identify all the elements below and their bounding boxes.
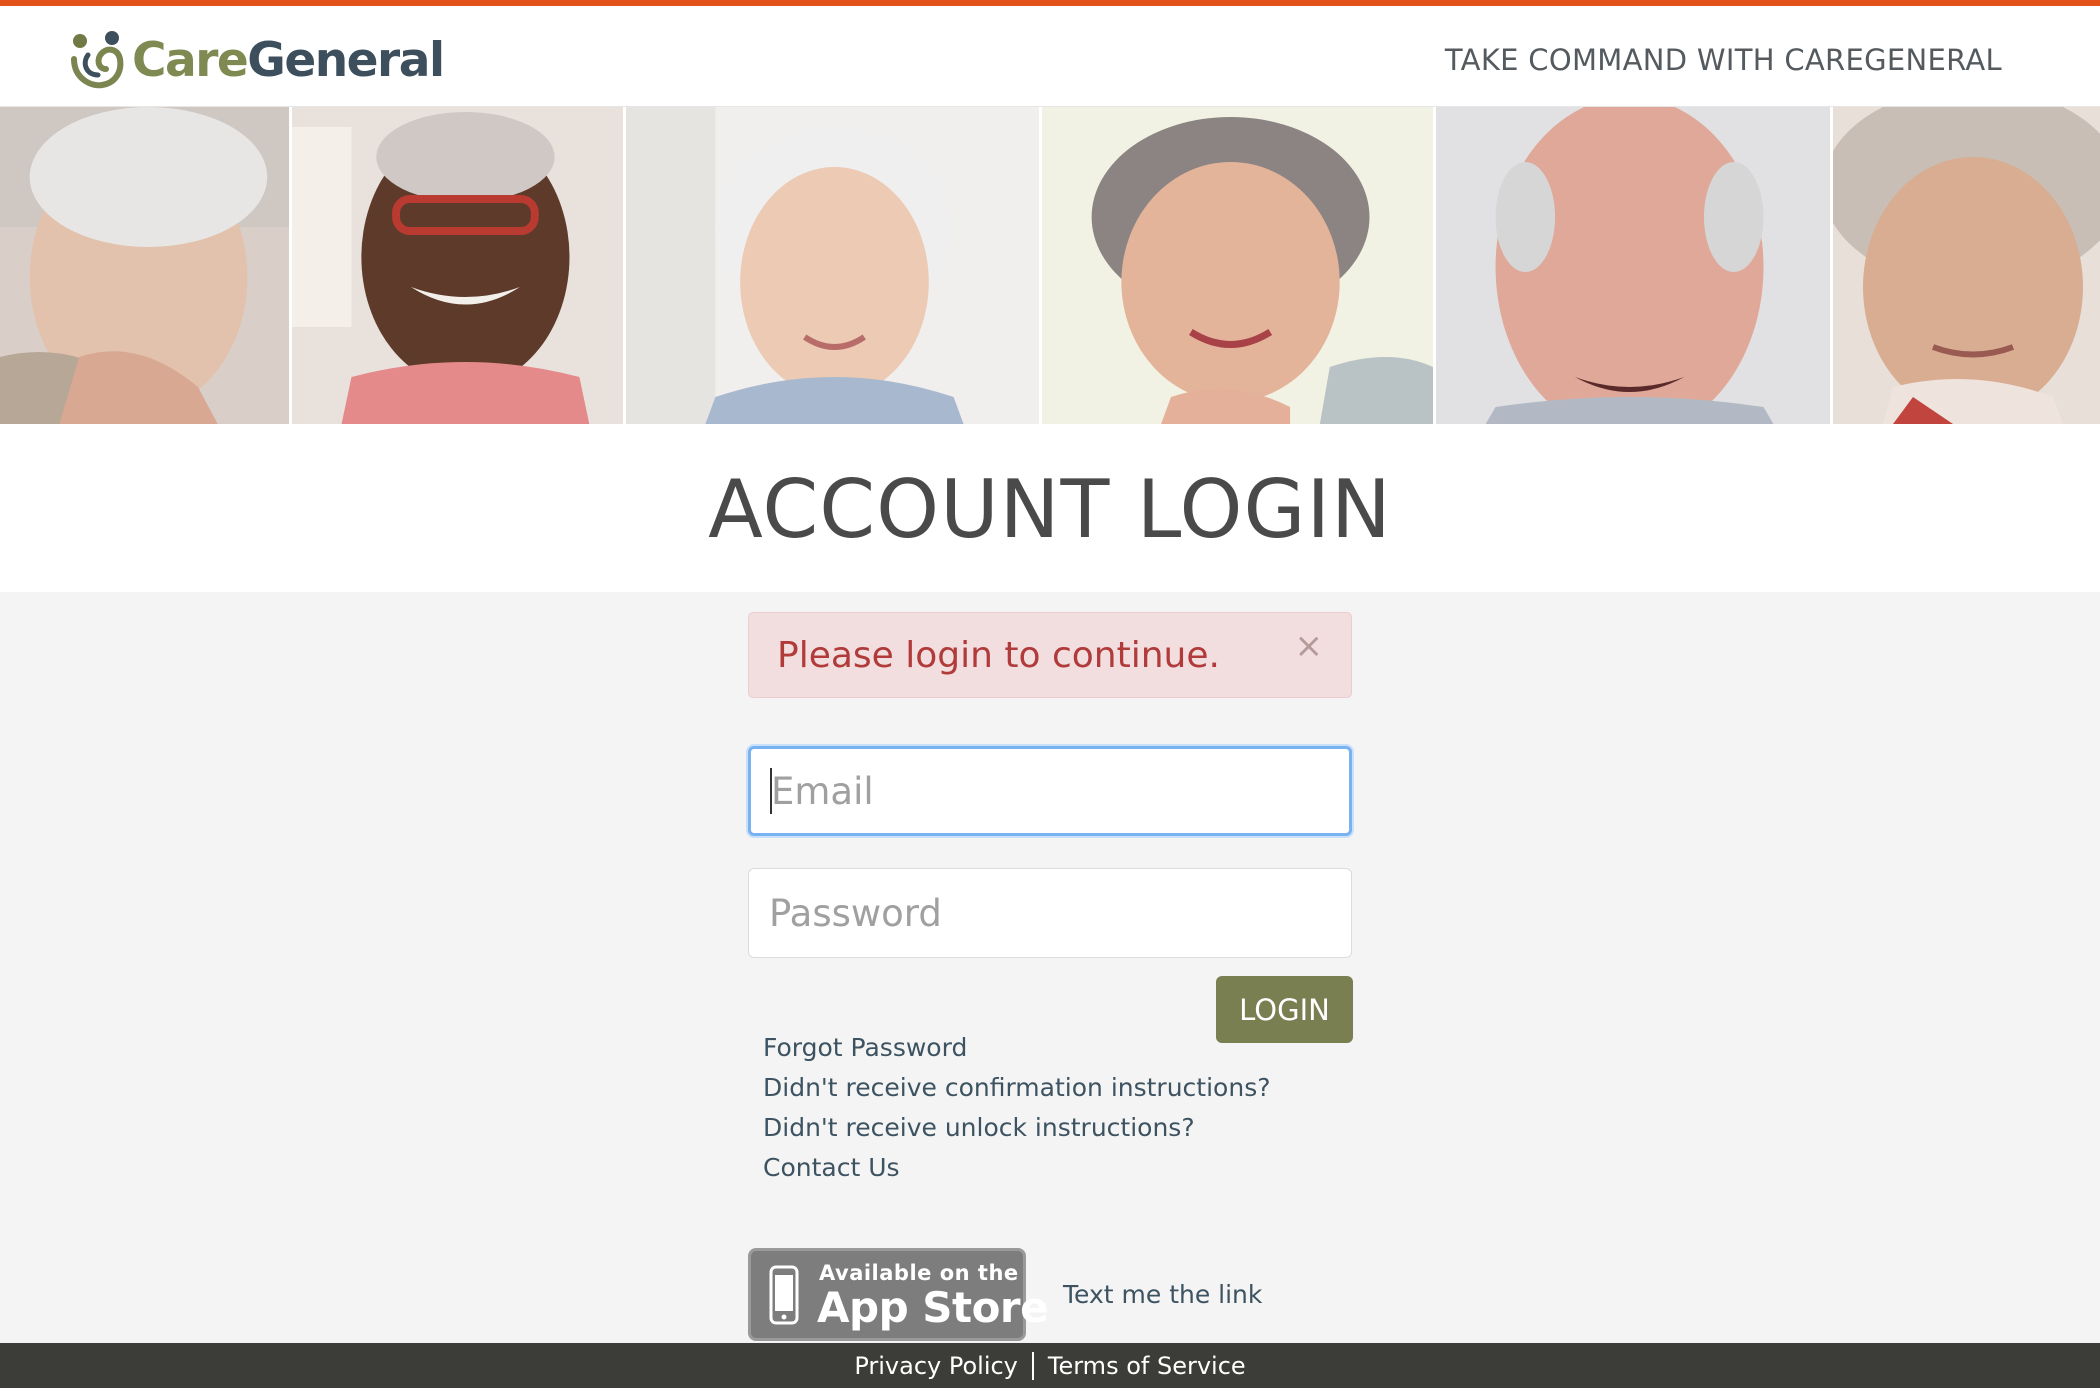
phone-icon [769,1265,799,1325]
caregeneral-logo[interactable]: CareGeneral [68,24,445,96]
logo-text-care: Care [132,32,249,88]
logo-icon [71,31,124,89]
text-me-link[interactable]: Text me the link [1063,1280,1262,1309]
page-title: ACCOUNT LOGIN [708,463,1392,556]
privacy-policy-link[interactable]: Privacy Policy [854,1352,1018,1380]
hero-photo-4 [1042,107,1436,424]
hero-photo-strip [0,107,2100,424]
email-field[interactable] [748,746,1352,836]
app-store-badge[interactable]: Available on the App Store [748,1248,1049,1341]
unlock-instructions-link[interactable]: Didn't receive unlock instructions? [763,1108,1270,1148]
hero-photo-5 [1436,107,1833,424]
site-header: CareGeneral TAKE COMMAND WITH CAREGENERA… [0,6,2100,107]
title-band: ACCOUNT LOGIN [0,424,2100,592]
hero-photo-6 [1833,107,2100,424]
help-links: Forgot Password Didn't receive confirmat… [763,1028,1270,1188]
terms-of-service-link[interactable]: Terms of Service [1048,1352,1246,1380]
footer-divider [1031,1351,1034,1380]
close-icon[interactable]: × [1295,629,1324,663]
hero-photo-1 [0,107,292,424]
app-store-line1: Available on the [819,1261,1019,1285]
site-footer: Privacy Policy Terms of Service [0,1343,2100,1388]
logo-text-general: General [247,32,445,88]
hero-photo-2 [292,107,626,424]
app-store-line2: App Store [817,1283,1049,1332]
logo-text: CareGeneral [132,37,445,84]
login-alert: Please login to continue. × [748,612,1352,698]
confirmation-instructions-link[interactable]: Didn't receive confirmation instructions… [763,1068,1270,1108]
contact-us-link[interactable]: Contact Us [763,1148,1270,1188]
password-field[interactable] [748,868,1352,958]
header-tagline: TAKE COMMAND WITH CAREGENERAL [1444,43,2002,77]
text-caret [770,768,772,814]
forgot-password-link[interactable]: Forgot Password [763,1028,1270,1068]
alert-message: Please login to continue. [777,635,1220,676]
hero-photo-3 [626,107,1042,424]
